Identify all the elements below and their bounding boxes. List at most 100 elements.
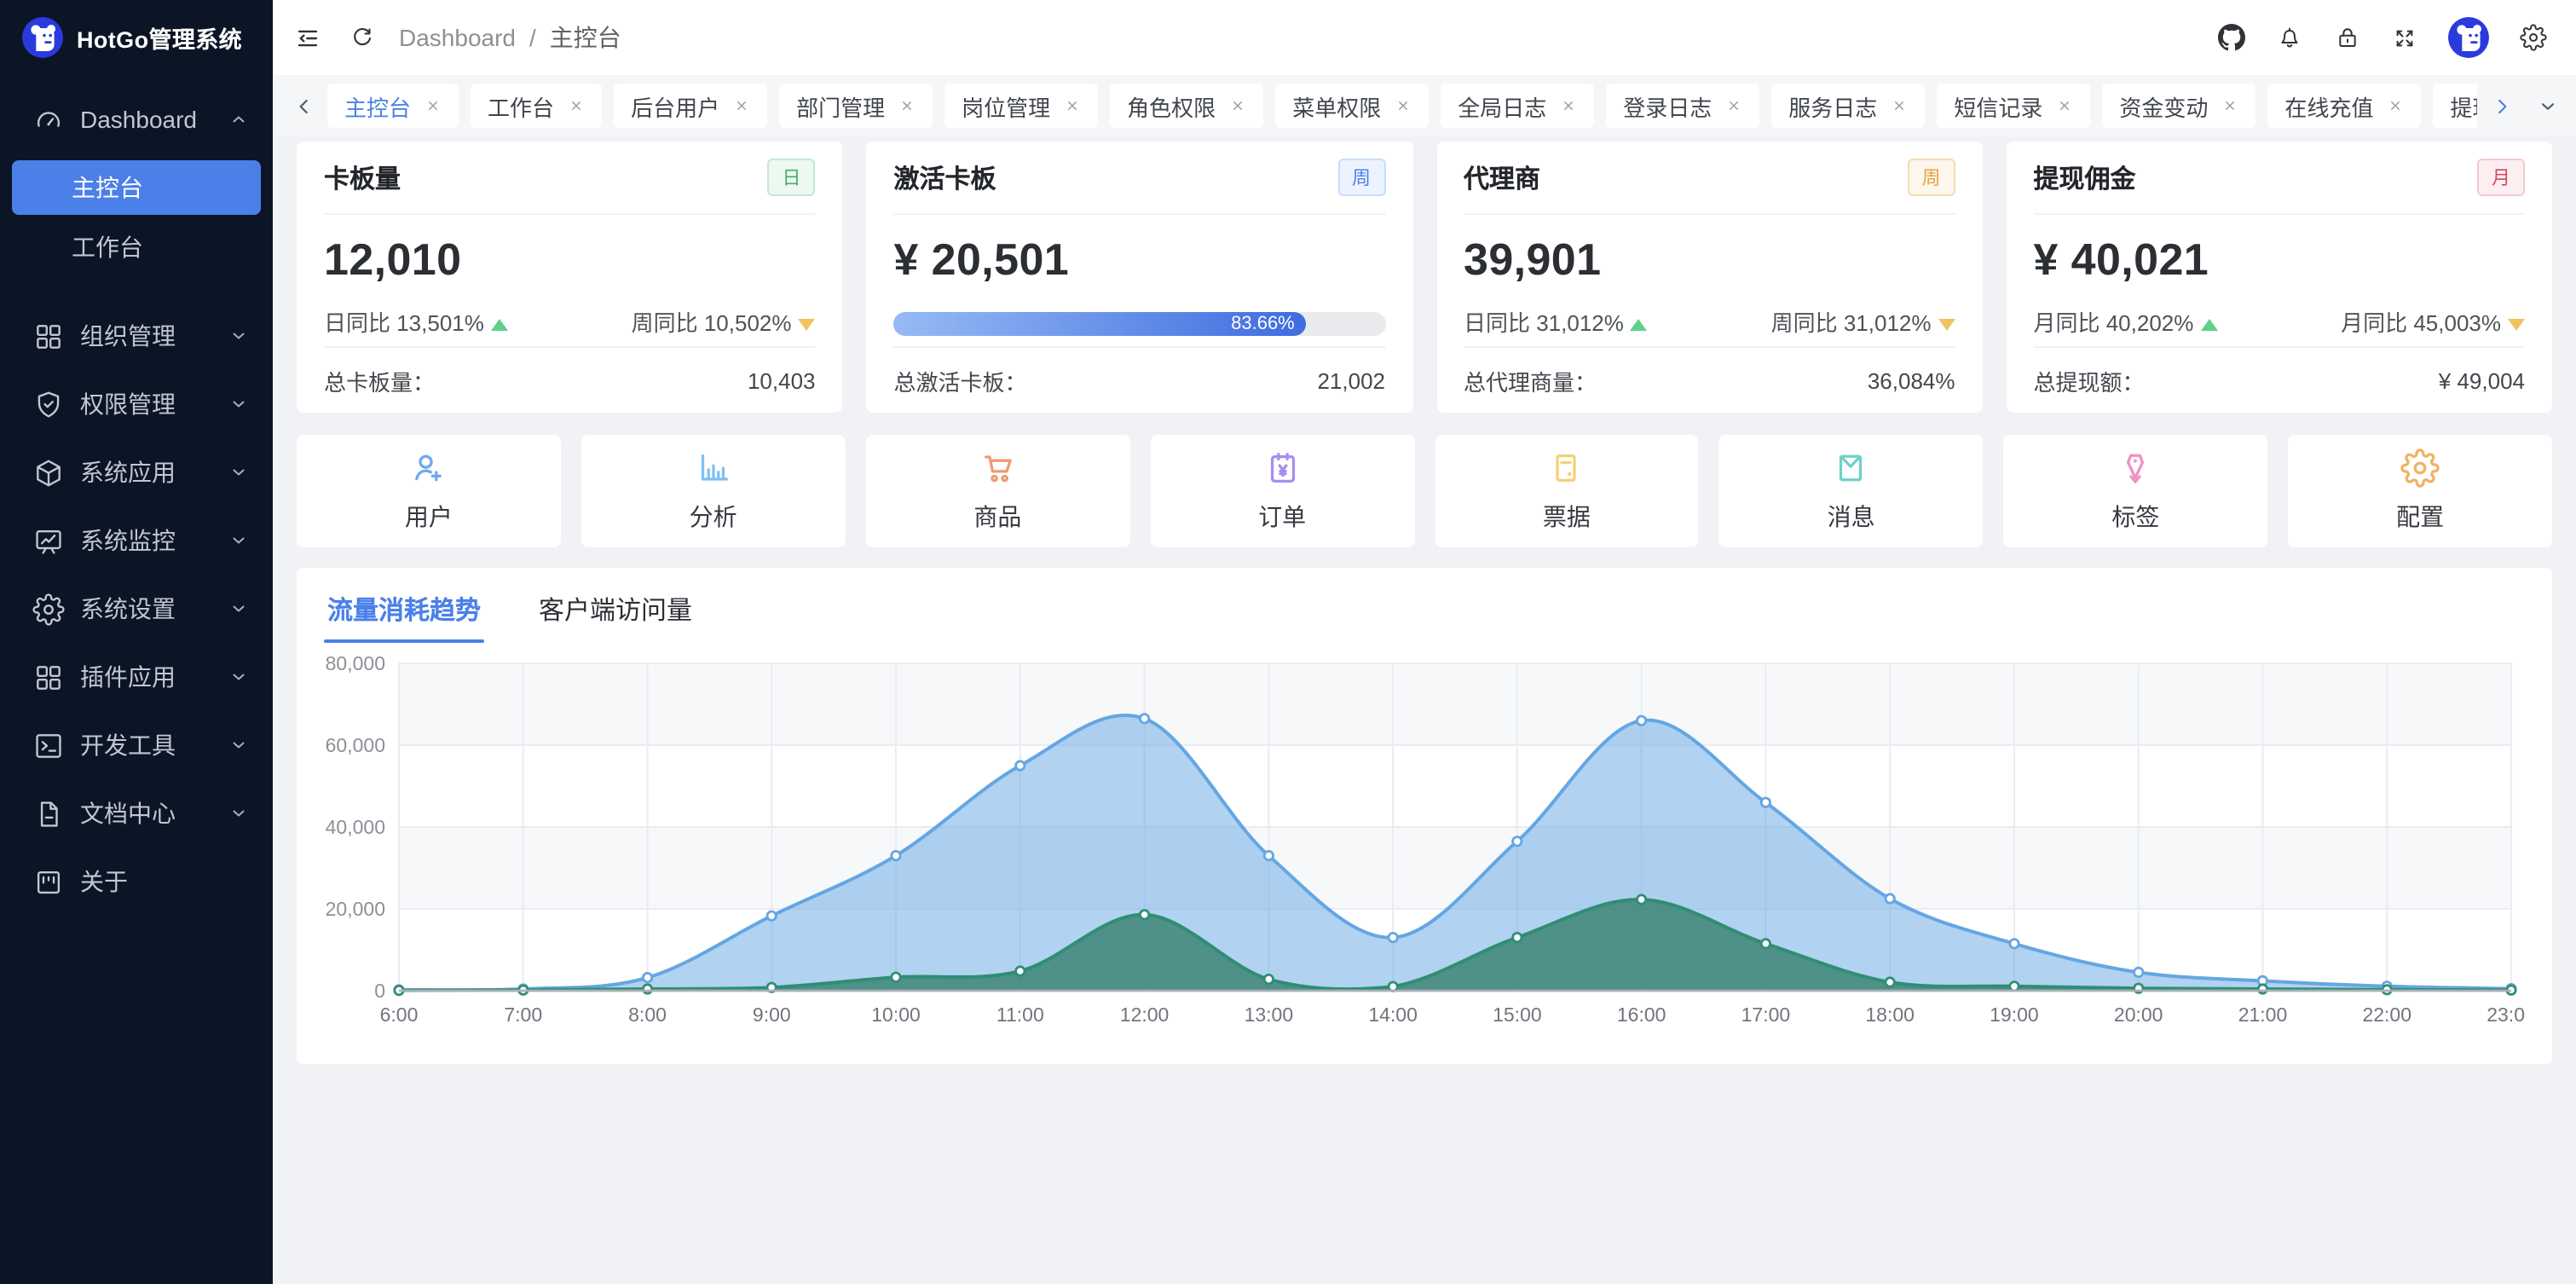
sidebar-item-系统设置[interactable]: 系统设置 xyxy=(0,575,273,643)
tab-短信记录[interactable]: 短信记录 xyxy=(1937,84,2090,128)
period-badge[interactable]: 周 xyxy=(1337,159,1385,196)
user-plus-icon xyxy=(409,448,448,488)
close-icon[interactable] xyxy=(1891,97,1908,114)
dashboard-icon xyxy=(32,103,65,136)
trend-up-icon xyxy=(491,319,508,331)
breadcrumb-current: 主控台 xyxy=(550,20,621,55)
sidebar-item-开发工具[interactable]: 开发工具 xyxy=(0,711,273,779)
svg-text:23:00: 23:00 xyxy=(2486,1003,2525,1026)
tab-后台用户[interactable]: 后台用户 xyxy=(614,84,767,128)
tab-在线充值[interactable]: 在线充值 xyxy=(2267,84,2421,128)
shortcut-分析[interactable]: 分析 xyxy=(581,435,846,547)
tab-登录日志[interactable]: 登录日志 xyxy=(1606,84,1759,128)
sidebar-item-Dashboard[interactable]: Dashboard xyxy=(0,85,273,153)
close-icon[interactable] xyxy=(1725,97,1742,114)
shortcut-票据[interactable]: 票据 xyxy=(1435,435,1699,547)
shortcut-商品[interactable]: 商品 xyxy=(866,435,1130,547)
tab-角色权限[interactable]: 角色权限 xyxy=(1110,84,1263,128)
sidebar-menu: Dashboard 主控台工作台组织管理权限管理系统应用系统监控系统设置插件应用开… xyxy=(0,75,273,916)
notification-bell-icon[interactable] xyxy=(2276,24,2303,51)
period-badge[interactable]: 日 xyxy=(768,159,816,196)
stat-footer-value: ¥ 49,004 xyxy=(2439,367,2525,393)
sidebar-item-label: 权限管理 xyxy=(80,387,176,421)
user-avatar[interactable] xyxy=(2448,17,2489,58)
stat-card-卡板量: 卡板量日12,010日同比 13,501%周同比 10,502%总卡板量：10,… xyxy=(297,142,843,413)
close-icon[interactable] xyxy=(898,97,915,114)
svg-text:60,000: 60,000 xyxy=(326,734,385,756)
tab-提现管理[interactable]: 提现管理 xyxy=(2433,84,2477,128)
app-title: HotGo管理系统 xyxy=(77,20,242,55)
chevron-down-icon xyxy=(228,735,249,755)
chart-tab-流量消耗趋势[interactable]: 流量消耗趋势 xyxy=(324,575,484,643)
settings-gear-icon[interactable] xyxy=(2520,24,2547,51)
sidebar-item-label: 系统应用 xyxy=(80,455,176,489)
sidebar-subitem-工作台[interactable]: 工作台 xyxy=(12,220,261,275)
refresh-icon[interactable] xyxy=(349,25,375,50)
tabs-scroll-right-icon[interactable] xyxy=(2491,95,2513,117)
svg-text:22:00: 22:00 xyxy=(2362,1003,2411,1026)
sidebar-item-插件应用[interactable]: 插件应用 xyxy=(0,643,273,711)
cart-icon xyxy=(978,448,1017,488)
tab-资金变动[interactable]: 资金变动 xyxy=(2102,84,2255,128)
close-icon[interactable] xyxy=(2056,97,2073,114)
tabs-scroll-left-icon[interactable] xyxy=(293,95,315,117)
sidebar-item-label: 插件应用 xyxy=(80,660,176,694)
tab-工作台[interactable]: 工作台 xyxy=(471,84,602,128)
chart-tab-客户端访问量[interactable]: 客户端访问量 xyxy=(535,575,696,643)
sidebar-item-权限管理[interactable]: 权限管理 xyxy=(0,370,273,438)
tab-服务日志[interactable]: 服务日志 xyxy=(1771,84,1925,128)
shortcut-配置[interactable]: 配置 xyxy=(2288,435,2552,547)
shortcut-标签[interactable]: 标签 xyxy=(2004,435,2268,547)
tab-label: 登录日志 xyxy=(1623,90,1712,122)
stat-footer-value: 10,403 xyxy=(748,367,816,393)
tabs-viewport: 主控台工作台后台用户部门管理岗位管理角色权限菜单权限全局日志登录日志 服务日志短信… xyxy=(327,84,2477,128)
close-icon[interactable] xyxy=(2221,97,2238,114)
close-icon[interactable] xyxy=(1064,97,1081,114)
sidebar-subitem-主控台[interactable]: 主控台 xyxy=(12,160,261,215)
shortcut-用户[interactable]: 用户 xyxy=(297,435,561,547)
shortcut-消息[interactable]: 消息 xyxy=(1719,435,1984,547)
stat-footer-label: 总卡板量： xyxy=(324,364,435,396)
close-icon[interactable] xyxy=(1395,97,1412,114)
close-icon[interactable] xyxy=(425,97,442,114)
tab-岗位管理[interactable]: 岗位管理 xyxy=(944,84,1098,128)
close-icon[interactable] xyxy=(733,97,750,114)
sidebar-item-label: 系统监控 xyxy=(80,523,176,558)
fullscreen-icon[interactable] xyxy=(2392,25,2417,50)
svg-text:13:00: 13:00 xyxy=(1245,1003,1294,1026)
chart-card: 流量消耗趋势客户端访问量 020,00040,00060,00080,0006:… xyxy=(297,568,2552,1064)
period-badge[interactable]: 月 xyxy=(2477,159,2525,196)
svg-text:7:00: 7:00 xyxy=(504,1003,542,1026)
tab-主控台[interactable]: 主控台 xyxy=(327,84,459,128)
lock-screen-icon[interactable] xyxy=(2334,24,2361,51)
close-icon[interactable] xyxy=(1560,97,1577,114)
collapse-menu-icon[interactable] xyxy=(293,23,322,52)
svg-text:11:00: 11:00 xyxy=(996,1003,1044,1026)
sidebar-item-系统监控[interactable]: 系统监控 xyxy=(0,506,273,575)
sidebar-item-label: 系统设置 xyxy=(80,592,176,626)
stat-card-title: 激活卡板 xyxy=(894,159,996,195)
shortcut-订单[interactable]: 订单 xyxy=(1150,435,1414,547)
stat-cards-row: 卡板量日12,010日同比 13,501%周同比 10,502%总卡板量：10,… xyxy=(297,142,2552,413)
tabs-dropdown-icon[interactable] xyxy=(2537,95,2559,117)
close-icon[interactable] xyxy=(2387,97,2404,114)
stat-footer-value: 21,002 xyxy=(1317,367,1385,393)
tab-全局日志[interactable]: 全局日志 xyxy=(1441,84,1594,128)
close-icon[interactable] xyxy=(568,97,585,114)
logo-row[interactable]: HotGo管理系统 xyxy=(0,0,273,75)
sidebar-item-组织管理[interactable]: 组织管理 xyxy=(0,302,273,370)
sidebar-item-label: 文档中心 xyxy=(80,796,176,830)
github-icon[interactable] xyxy=(2218,24,2245,51)
svg-text:15:00: 15:00 xyxy=(1493,1003,1542,1026)
stat-compare: 周同比 10,502% xyxy=(632,305,816,338)
stat-footer-label: 总提现额： xyxy=(2034,364,2145,396)
breadcrumb-root[interactable]: Dashboard xyxy=(399,24,516,51)
sidebar-item-系统应用[interactable]: 系统应用 xyxy=(0,438,273,506)
svg-text:10:00: 10:00 xyxy=(871,1003,921,1026)
tab-部门管理[interactable]: 部门管理 xyxy=(779,84,933,128)
sidebar-item-关于[interactable]: 关于 xyxy=(0,847,273,916)
period-badge[interactable]: 周 xyxy=(1908,159,1955,196)
tab-菜单权限[interactable]: 菜单权限 xyxy=(1275,84,1429,128)
sidebar-item-文档中心[interactable]: 文档中心 xyxy=(0,779,273,847)
close-icon[interactable] xyxy=(1229,97,1246,114)
